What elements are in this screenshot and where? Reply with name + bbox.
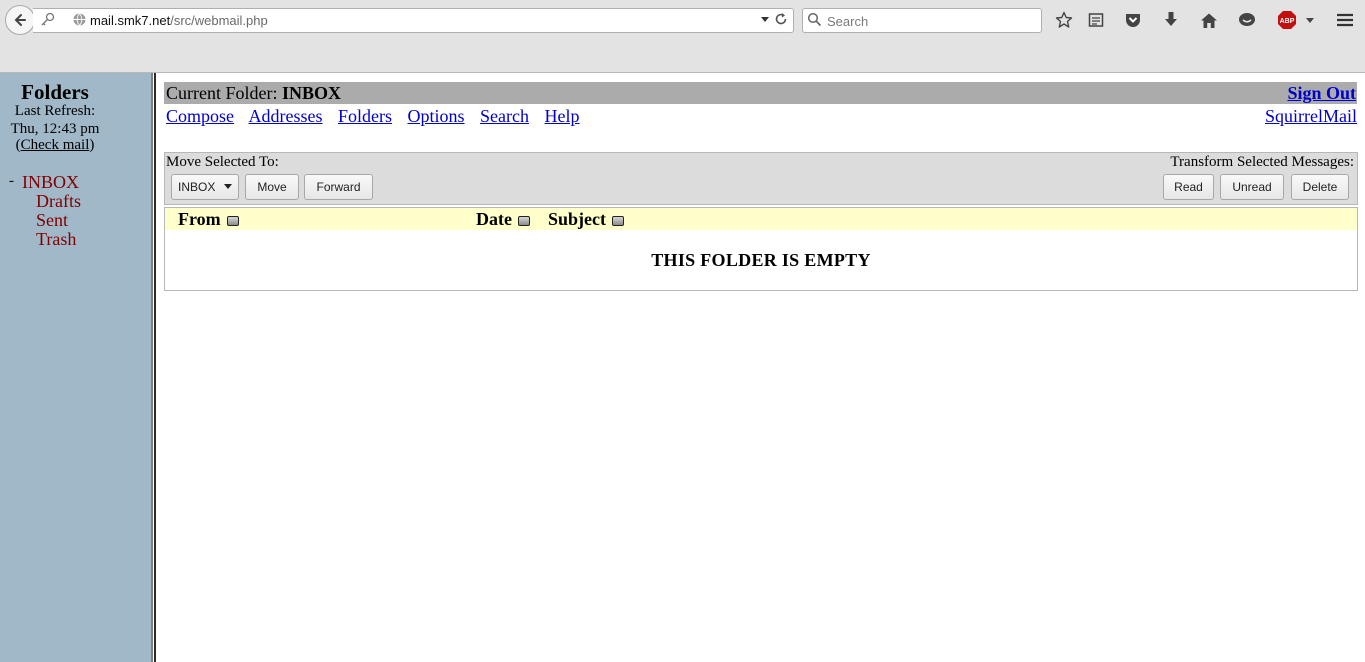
current-folder-name: INBOX <box>281 83 341 103</box>
current-folder-bar: Current Folder: INBOX Sign Out <box>164 82 1357 104</box>
home-icon[interactable] <box>1198 9 1220 31</box>
address-bar[interactable]: mail.smk7.net/src/webmail.php <box>33 8 794 33</box>
nav-link-search[interactable]: Search <box>480 106 529 126</box>
url-path: /src/webmail.php <box>170 13 268 28</box>
back-arrow-icon <box>14 14 26 26</box>
column-from-label: From <box>178 209 221 229</box>
bookmark-star-icon[interactable] <box>1053 9 1075 31</box>
adblock-label: ABP <box>1280 18 1295 25</box>
nav-link-options[interactable]: Options <box>408 106 465 126</box>
current-folder-heading: Current Folder: INBOX <box>166 83 341 104</box>
history-dropdown-icon[interactable] <box>759 12 771 29</box>
empty-folder-message: THIS FOLDER IS EMPTY <box>651 250 871 270</box>
move-target-value: INBOX <box>178 180 216 194</box>
adblock-menu-dropdown-icon[interactable] <box>1299 9 1321 31</box>
check-mail-link[interactable]: Check mail <box>21 137 90 153</box>
nav-link-folders[interactable]: Folders <box>338 106 392 126</box>
message-list: From Date Subject THIS FOLDER IS EMPTY <box>164 207 1358 291</box>
folder-pane: Folders Last Refresh: Thu, 12:43 pm (Che… <box>0 73 151 662</box>
folder-link-drafts[interactable]: Drafts <box>36 191 81 212</box>
nav-link-help[interactable]: Help <box>545 106 580 126</box>
last-refresh-time: Thu, 12:43 pm <box>10 121 100 137</box>
message-actions-bar: Move Selected To: Transform Selected Mes… <box>164 152 1358 205</box>
search-icon <box>807 12 822 30</box>
folders-title: Folders <box>21 80 89 104</box>
sign-out-link[interactable]: Sign Out <box>1287 83 1356 104</box>
url-domain: mail.smk7.net <box>90 13 171 28</box>
mark-read-button[interactable]: Read <box>1163 174 1214 200</box>
browser-search-input[interactable] <box>825 11 1039 31</box>
browser-search-box[interactable] <box>802 8 1042 33</box>
forward-button[interactable]: Forward <box>304 174 373 200</box>
key-icon[interactable] <box>39 12 55 29</box>
select-chevron-down-icon <box>224 184 232 189</box>
current-folder-label: Current Folder: <box>166 83 278 103</box>
nav-link-addresses[interactable]: Addresses <box>249 106 323 126</box>
sort-subject-icon[interactable] <box>612 215 624 226</box>
last-refresh-label: Last Refresh: <box>14 103 96 119</box>
check-mail-paren-close: ) <box>89 137 95 153</box>
folder-link-trash[interactable]: Trash <box>36 229 76 250</box>
reading-list-icon[interactable] <box>1085 9 1107 31</box>
sort-date-icon[interactable] <box>517 215 530 226</box>
move-target-select[interactable]: INBOX <box>171 174 239 200</box>
mark-unread-button[interactable]: Unread <box>1220 174 1284 200</box>
column-date: Date <box>476 209 530 230</box>
frame-divider[interactable] <box>151 73 156 662</box>
sort-from-icon[interactable] <box>226 215 239 226</box>
check-mail-wrapper: (Check mail) <box>0 137 110 154</box>
current-folder-marker: - <box>9 173 14 189</box>
globe-icon <box>73 13 86 29</box>
back-button[interactable] <box>5 5 35 35</box>
reload-icon[interactable] <box>773 11 789 30</box>
url-text[interactable]: mail.smk7.net/src/webmail.php <box>90 13 268 28</box>
column-subject: Subject <box>548 209 624 230</box>
squirrelmail-link[interactable]: SquirrelMail <box>1265 106 1357 127</box>
column-subject-label: Subject <box>548 209 606 229</box>
main-nav: Compose Addresses Folders Options Search… <box>166 106 591 127</box>
downloads-icon[interactable] <box>1160 9 1182 31</box>
hamburger-menu-icon[interactable] <box>1334 9 1356 31</box>
move-selected-label: Move Selected To: <box>166 154 279 170</box>
adblock-icon[interactable]: ABP <box>1276 9 1298 31</box>
column-from: From <box>178 209 239 230</box>
move-button[interactable]: Move <box>245 174 299 200</box>
browser-toolbar: mail.smk7.net/src/webmail.php ABP <box>0 0 1365 73</box>
chat-icon[interactable] <box>1236 9 1258 31</box>
message-list-header: From Date Subject <box>165 208 1357 230</box>
column-date-label: Date <box>476 209 512 229</box>
folder-link-sent[interactable]: Sent <box>36 210 68 231</box>
pocket-icon[interactable] <box>1122 9 1144 31</box>
transform-selected-label: Transform Selected Messages: <box>1170 154 1354 170</box>
nav-link-compose[interactable]: Compose <box>166 106 234 126</box>
delete-button[interactable]: Delete <box>1291 174 1349 200</box>
folder-link-inbox[interactable]: INBOX <box>22 172 79 193</box>
